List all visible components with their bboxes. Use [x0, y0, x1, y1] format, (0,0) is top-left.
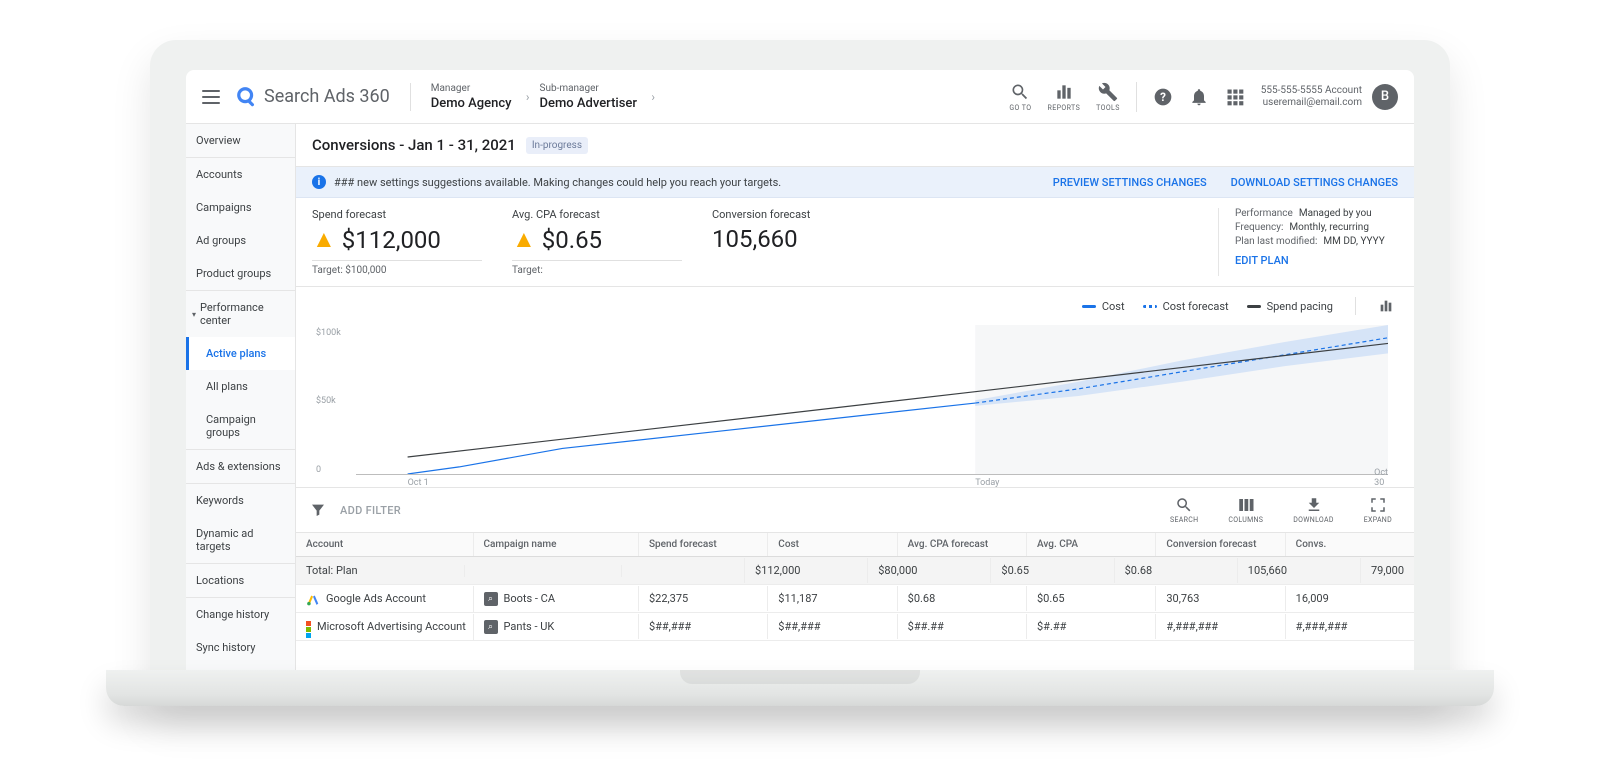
chart-legend: Cost Cost forecast Spend pacing	[316, 297, 1394, 321]
sidebar-item-product-groups[interactable]: Product groups	[186, 257, 295, 290]
kpi-1: Avg. CPA forecast ▲$0.65 Target:	[512, 208, 682, 276]
suggestion-banner: i ### new settings suggestions available…	[296, 167, 1414, 198]
avatar[interactable]: B	[1372, 84, 1398, 110]
sidebar-subitem-campaign-groups[interactable]: Campaign groups	[186, 403, 295, 449]
sidebar-item-locations[interactable]: Locations	[186, 564, 295, 597]
table-total-row: Total: Plan$112,000$80,000$0.65$0.68105,…	[296, 557, 1414, 585]
goto-button[interactable]: GO TO	[1001, 82, 1039, 112]
table-search-button[interactable]: SEARCH	[1162, 496, 1206, 524]
table-columns-button[interactable]: COLUMNS	[1220, 496, 1271, 524]
tools-button[interactable]: TOOLS	[1088, 82, 1128, 112]
table-download-button[interactable]: DOWNLOAD	[1285, 496, 1341, 524]
legend-cost[interactable]: Cost	[1082, 300, 1125, 313]
table-toolbar: ADD FILTER SEARCH COLUMNS DOWNLOAD EXPAN…	[296, 488, 1414, 533]
add-filter-button[interactable]: ADD FILTER	[340, 504, 401, 517]
laptop-base	[106, 670, 1494, 706]
kpi-2: Conversion forecast 105,660	[712, 208, 882, 276]
sidebar-item-ad-groups[interactable]: Ad groups	[186, 224, 295, 257]
preview-settings-link[interactable]: PREVIEW SETTINGS CHANGES	[1053, 176, 1207, 189]
sidebar-item-overview[interactable]: Overview	[186, 124, 295, 157]
table-row[interactable]: Google Ads Account⌕Boots - CA$22,375$11,…	[296, 585, 1414, 613]
breadcrumb: Manager Demo Agency › Sub-manager Demo A…	[410, 83, 637, 111]
sidebar-item-sync-history[interactable]: Sync history	[186, 631, 295, 664]
header: Search Ads 360 Manager Demo Agency › Sub…	[186, 70, 1414, 124]
chart-type-icon[interactable]	[1378, 298, 1394, 314]
sidebar-item-accounts[interactable]: Accounts	[186, 158, 295, 191]
kpi-row: Spend forecast ▲$112,000 Target: $100,00…	[296, 198, 1414, 287]
sidebar-subitem-active-plans[interactable]: Active plans	[186, 337, 295, 370]
table-row[interactable]: Microsoft Advertising Account⌕Pants - UK…	[296, 613, 1414, 641]
help-icon[interactable]: ?	[1145, 87, 1181, 107]
filter-icon[interactable]	[310, 502, 326, 518]
microsoft-icon	[306, 621, 311, 633]
google-ads-icon	[306, 592, 320, 606]
legend-forecast[interactable]: Cost forecast	[1143, 300, 1229, 313]
download-settings-link[interactable]: DOWNLOAD SETTINGS CHANGES	[1231, 176, 1398, 189]
svg-text:?: ?	[1160, 90, 1166, 104]
sidebar: OverviewAccountsCampaignsAd groupsProduc…	[186, 124, 296, 670]
chevron-right-icon: ›	[651, 90, 655, 104]
legend-pacing[interactable]: Spend pacing	[1247, 300, 1333, 313]
kpi-0: Spend forecast ▲$112,000 Target: $100,00…	[312, 208, 482, 276]
chart-zone: Cost Cost forecast Spend pacing 0$50k$10…	[296, 287, 1414, 488]
product-logo[interactable]: Search Ads 360	[236, 86, 390, 108]
sidebar-subitem-all-plans[interactable]: All plans	[186, 370, 295, 403]
sidebar-item-keywords[interactable]: Keywords	[186, 484, 295, 517]
sidebar-item-change-history[interactable]: Change history	[186, 598, 295, 631]
data-table: AccountCampaign nameSpend forecastCostAv…	[296, 533, 1414, 670]
info-icon: i	[312, 175, 326, 189]
apps-icon[interactable]	[1217, 87, 1253, 107]
sidebar-item-performance-center[interactable]: ▾Performance center	[186, 291, 295, 337]
chevron-right-icon: ›	[526, 90, 530, 104]
sidebar-item-dynamic-ad-targets[interactable]: Dynamic ad targets	[186, 517, 295, 563]
search-campaign-icon: ⌕	[484, 592, 498, 606]
product-name: Search Ads 360	[264, 86, 390, 107]
breadcrumb-submanager[interactable]: Sub-manager Demo Advertiser ›	[540, 83, 637, 111]
table-expand-button[interactable]: EXPAND	[1356, 496, 1400, 524]
main-content: Conversions - Jan 1 - 31, 2021 In-progre…	[296, 124, 1414, 670]
account-menu[interactable]: 555-555-5555 Account useremail@email.com…	[1261, 84, 1398, 110]
page-title: Conversions - Jan 1 - 31, 2021	[312, 136, 516, 154]
breadcrumb-manager[interactable]: Manager Demo Agency ›	[431, 83, 512, 111]
sidebar-item-campaigns[interactable]: Campaigns	[186, 191, 295, 224]
banner-text: ### new settings suggestions available. …	[334, 176, 781, 189]
reports-button[interactable]: REPORTS	[1039, 82, 1088, 112]
sidebar-item-ads-extensions[interactable]: Ads & extensions	[186, 450, 295, 483]
edit-plan-link[interactable]: EDIT PLAN	[1235, 254, 1398, 267]
app-screen: Search Ads 360 Manager Demo Agency › Sub…	[186, 70, 1414, 670]
performance-chart[interactable]: 0$50k$100kOct 1TodayOct 30	[316, 321, 1394, 481]
laptop-frame: Search Ads 360 Manager Demo Agency › Sub…	[150, 40, 1450, 706]
plan-meta: PerformanceManaged by youFrequency:Month…	[1218, 208, 1398, 276]
hamburger-icon[interactable]	[202, 90, 220, 104]
notifications-icon[interactable]	[1181, 87, 1217, 107]
search-campaign-icon: ⌕	[484, 620, 498, 634]
status-badge: In-progress	[526, 137, 588, 154]
page-title-bar: Conversions - Jan 1 - 31, 2021 In-progre…	[296, 124, 1414, 167]
